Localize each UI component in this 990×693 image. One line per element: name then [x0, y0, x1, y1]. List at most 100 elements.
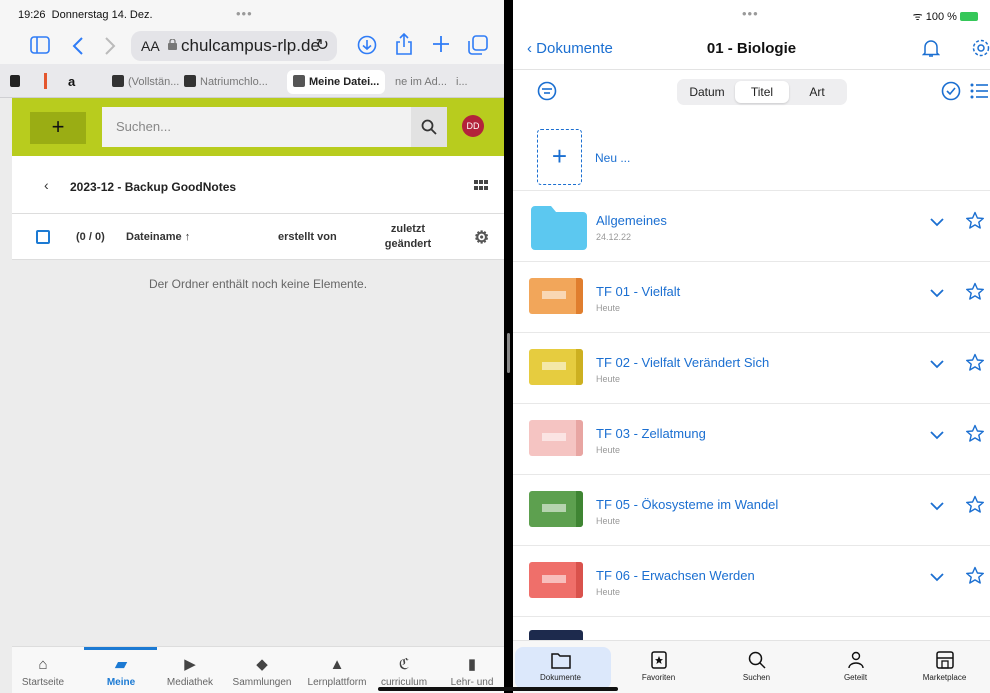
item-title: TF 03 - Zellatmung: [596, 426, 706, 441]
back-icon[interactable]: [72, 37, 84, 55]
share-icon[interactable]: [395, 32, 413, 56]
new-document-row[interactable]: + Neu ...: [513, 114, 990, 191]
tab-overview-icon[interactable]: [468, 35, 488, 55]
gear-icon[interactable]: [971, 38, 990, 58]
tab-meine-dateien[interactable]: Meine Datei...: [287, 70, 385, 94]
home-icon: ⌂: [38, 656, 48, 673]
notebook-row[interactable]: TF 05 - Ökosysteme im Wandel Heute: [513, 475, 990, 546]
star-icon[interactable]: [965, 424, 985, 444]
battery-icon: [960, 12, 978, 21]
text-size-button[interactable]: AA: [141, 38, 160, 54]
filter-icon[interactable]: [537, 81, 557, 101]
tab-bar: Dokumente Favoriten Suchen Geteilt Marke…: [513, 640, 990, 693]
status-date: Donnerstag 14. Dez.: [51, 9, 153, 21]
add-button[interactable]: +: [30, 112, 86, 144]
back-chevron-icon[interactable]: ‹: [44, 177, 49, 193]
tab-marketplace[interactable]: Marketplace: [897, 641, 990, 693]
navigation-bar: ‹ Dokumente 01 - Biologie: [513, 30, 990, 70]
address-bar[interactable]: AA chulcampus-rlp.de ↻: [131, 31, 337, 61]
item-date: Heute: [596, 303, 621, 313]
folder-icon: ▰: [115, 656, 127, 673]
sort-art[interactable]: Art: [790, 81, 844, 103]
reload-icon[interactable]: ↻: [316, 35, 329, 55]
schulcampus-header: + Suchen... DD: [12, 98, 504, 156]
notebook-thumbnail: [529, 278, 583, 314]
select-all-checkbox[interactable]: [36, 230, 50, 244]
list-item-partial[interactable]: [513, 617, 990, 640]
chevron-down-icon[interactable]: [930, 359, 944, 369]
tab-amazon[interactable]: a: [68, 70, 102, 94]
new-plus-icon[interactable]: +: [537, 129, 582, 185]
nav-startseite[interactable]: ⌂ Startseite: [4, 647, 82, 693]
tab-dokumente[interactable]: Dokumente: [513, 641, 611, 693]
close-tab-icon[interactable]: [293, 75, 305, 87]
column-created-by[interactable]: erstellt von: [278, 231, 337, 243]
search-button[interactable]: [411, 107, 447, 147]
battery-level: 100 %: [925, 11, 957, 23]
notebook-thumbnail: [529, 630, 583, 640]
tab-favoriten[interactable]: Favoriten: [611, 641, 706, 693]
tab-natriumchlorid[interactable]: Natriumchlo...: [184, 70, 280, 94]
tab-more[interactable]: i...: [456, 70, 490, 94]
search-field[interactable]: Suchen...: [102, 107, 447, 147]
star-icon[interactable]: [965, 566, 985, 586]
notebook-row[interactable]: TF 06 - Erwachsen Werden Heute: [513, 546, 990, 617]
shared-users-icon: [847, 651, 864, 669]
tab-suchen[interactable]: Suchen: [709, 641, 804, 693]
sort-titel[interactable]: Titel: [735, 81, 789, 103]
status-bar-right: ••• ᯤ 100 %: [513, 0, 990, 30]
chevron-down-icon[interactable]: [930, 430, 944, 440]
gear-icon[interactable]: ⚙: [474, 228, 489, 248]
avatar[interactable]: DD: [462, 115, 484, 137]
chevron-down-icon[interactable]: [930, 572, 944, 582]
layers-icon: ◆: [256, 656, 268, 673]
item-date: Heute: [596, 374, 621, 384]
split-view-handle[interactable]: [507, 333, 510, 373]
notebook-row[interactable]: TF 02 - Vielfalt Verändert Sich Heute: [513, 333, 990, 404]
curriculum-icon: ℭ: [398, 656, 410, 673]
bell-icon[interactable]: [922, 38, 940, 58]
tab-admin[interactable]: ne im Ad...: [395, 70, 449, 94]
tab-vollstaendig[interactable]: (Vollstän...: [112, 70, 180, 94]
forward-icon[interactable]: [104, 37, 116, 55]
sort-segmented-control: Datum Titel Art: [677, 79, 847, 105]
download-icon[interactable]: [357, 35, 377, 55]
store-icon: [935, 651, 954, 669]
column-filename[interactable]: Dateiname ↑: [126, 231, 190, 243]
select-checkmark-icon[interactable]: [941, 81, 961, 101]
folder-row[interactable]: Allgemeines 24.12.22: [513, 191, 990, 262]
sidebar-icon[interactable]: [30, 36, 50, 54]
chevron-down-icon[interactable]: [930, 217, 944, 227]
item-date: Heute: [596, 445, 621, 455]
item-date: Heute: [596, 516, 621, 526]
folder-icon: [550, 653, 571, 669]
status-time: 19:26: [18, 9, 46, 21]
nav-mediathek[interactable]: ▶ Mediathek: [151, 647, 229, 693]
new-tab-icon[interactable]: [432, 35, 450, 53]
chevron-down-icon[interactable]: [930, 501, 944, 511]
star-icon[interactable]: [965, 495, 985, 515]
star-icon[interactable]: [965, 211, 985, 231]
nav-sammlungen[interactable]: ◆ Sammlungen: [223, 647, 301, 693]
sort-datum[interactable]: Datum: [680, 81, 734, 103]
tab-fragment[interactable]: [44, 73, 47, 89]
notebook-row[interactable]: TF 03 - Zellatmung Heute: [513, 404, 990, 475]
url-text: chulcampus-rlp.de: [181, 36, 320, 55]
star-icon[interactable]: [965, 353, 985, 373]
grid-view-icon[interactable]: [474, 180, 488, 190]
notebook-row[interactable]: TF 01 - Vielfalt Heute: [513, 262, 990, 333]
notebook-thumbnail: [529, 562, 583, 598]
notebook-thumbnail: [529, 491, 583, 527]
tab-geteilt[interactable]: Geteilt: [808, 641, 903, 693]
multitasking-dots-icon[interactable]: •••: [742, 6, 759, 21]
chevron-down-icon[interactable]: [930, 288, 944, 298]
star-icon[interactable]: [965, 282, 985, 302]
shield-icon[interactable]: [10, 75, 20, 87]
nav-meine[interactable]: ▰ Meine: [82, 647, 160, 693]
safari-toolbar: AA chulcampus-rlp.de ↻: [0, 28, 504, 64]
list-view-icon[interactable]: [970, 82, 988, 100]
multitasking-dots-icon[interactable]: •••: [236, 6, 253, 21]
bookmark-star-icon: [650, 651, 667, 669]
column-modified[interactable]: zuletzt geändert: [378, 222, 438, 252]
item-date: Heute: [596, 587, 621, 597]
